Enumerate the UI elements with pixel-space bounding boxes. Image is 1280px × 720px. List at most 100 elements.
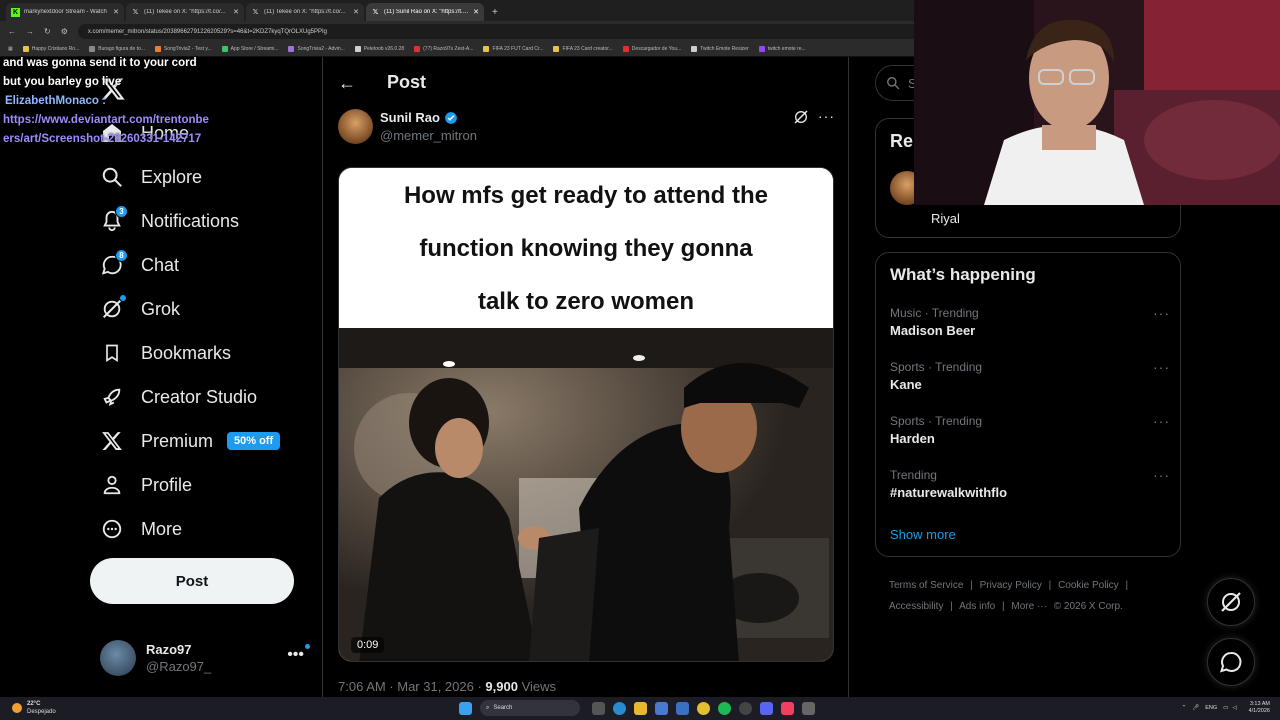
nav-chat[interactable]: 8 Chat bbox=[100, 249, 179, 280]
back-arrow-icon[interactable]: ← bbox=[338, 73, 356, 94]
x-favicon-icon: 𝕏 bbox=[252, 9, 259, 16]
weather-temp: 22°C bbox=[27, 701, 41, 707]
footer-link[interactable]: Accessibility bbox=[889, 601, 943, 612]
account-dot-badge bbox=[305, 644, 310, 649]
bookmark-item[interactable]: FIFA 23 FUT Card Cr... bbox=[483, 46, 543, 52]
nav-notifications-label: Notifications bbox=[141, 210, 240, 231]
windows-taskbar: 22°C Despejado ⌕ Search ⌃ 🎤︎ ENG ▭ ◁ 3:1… bbox=[0, 697, 1280, 720]
nav-creator-studio-label: Creator Studio bbox=[141, 386, 258, 407]
compose-post-button[interactable]: Post bbox=[90, 558, 294, 604]
nav-premium[interactable]: Premium 50% off bbox=[100, 426, 281, 456]
premium-discount-badge[interactable]: 50% off bbox=[227, 432, 281, 450]
site-info-icon[interactable]: ⚙ bbox=[61, 27, 68, 36]
author-handle[interactable]: @memer_mitron bbox=[380, 128, 477, 143]
caption-line: talk to zero women bbox=[477, 288, 695, 315]
more-dots-icon[interactable]: ••• bbox=[287, 644, 310, 664]
show-more-link[interactable]: Show more bbox=[890, 527, 956, 542]
post-timestamp[interactable]: 7:06 AM · Mar 31, 2026 · bbox=[338, 679, 485, 694]
trend-item[interactable]: Sports · Trending Harden ··· bbox=[890, 413, 1170, 449]
browser-tab[interactable]: 𝕏 (11) Tekee on X: "https://t.co/... ✕ bbox=[126, 3, 244, 21]
new-tab-icon[interactable]: + bbox=[492, 7, 498, 18]
chat-link: https://www.deviantart.com/trentonbeers/… bbox=[3, 114, 209, 145]
bookmark-item[interactable]: Descargador de You... bbox=[622, 46, 681, 52]
footer-link[interactable]: Ads info bbox=[959, 601, 995, 612]
author-avatar[interactable] bbox=[338, 109, 373, 144]
footer-link[interactable]: Terms of Service bbox=[889, 580, 963, 591]
close-tab-icon[interactable]: ✕ bbox=[233, 8, 239, 16]
more-dots-icon[interactable]: ··· bbox=[818, 108, 835, 124]
bookmark-item[interactable]: FIFA 23 Card creator... bbox=[553, 46, 613, 52]
trend-item[interactable]: Trending #naturewalkwithflo ··· bbox=[890, 467, 1170, 503]
trend-item[interactable]: Sports · Trending Kane ··· bbox=[890, 359, 1170, 395]
nav-more[interactable]: More bbox=[100, 514, 182, 544]
windows-start-icon[interactable] bbox=[459, 701, 472, 715]
chrome-icon[interactable] bbox=[697, 701, 710, 715]
bookmark-item[interactable]: App Store / Streami... bbox=[221, 46, 278, 52]
microphone-icon[interactable]: 🎤︎ bbox=[1192, 705, 1199, 711]
nav-creator-studio[interactable]: Creator Studio bbox=[100, 382, 257, 412]
bookmark-item[interactable]: SongTrivia2 - Advin... bbox=[288, 46, 345, 52]
spotify-icon[interactable] bbox=[718, 701, 731, 715]
bookmark-item[interactable]: Peletoob v26.0.28 bbox=[354, 46, 404, 52]
footer-link[interactable]: Privacy Policy bbox=[980, 580, 1042, 591]
nav-explore[interactable]: Explore bbox=[100, 162, 202, 192]
edge-icon[interactable] bbox=[613, 701, 626, 715]
browser-tab[interactable]: 𝕏 (11) Tekee on X: "https://t.co/... ✕ bbox=[246, 3, 364, 21]
bookmark-item[interactable]: SongTrivia2 - Test y... bbox=[154, 46, 212, 52]
relevant-person-name[interactable]: Riyal bbox=[931, 211, 960, 226]
app-icon[interactable] bbox=[802, 701, 815, 715]
more-dots-icon[interactable]: ··· bbox=[1153, 305, 1170, 321]
post-media[interactable]: How mfs get ready to attend the function… bbox=[338, 167, 834, 662]
trend-name: Madison Beer bbox=[890, 323, 976, 338]
messages-floating-button[interactable] bbox=[1207, 638, 1255, 686]
nav-bookmarks[interactable]: Bookmarks bbox=[100, 338, 231, 368]
tray-chevron-icon[interactable]: ⌃ bbox=[1182, 705, 1187, 711]
taskbar-search[interactable]: ⌕ Search bbox=[480, 700, 580, 716]
reload-icon[interactable]: ↻ bbox=[44, 27, 51, 36]
trend-item[interactable]: Music · Trending Madison Beer ··· bbox=[890, 305, 1170, 341]
bookmark-item[interactable]: Burago figura de to... bbox=[89, 46, 145, 52]
close-tab-icon[interactable]: ✕ bbox=[473, 8, 479, 16]
footer-link[interactable]: More ··· bbox=[1011, 601, 1047, 612]
mail-icon[interactable] bbox=[676, 701, 689, 715]
grok-floating-button[interactable] bbox=[1207, 578, 1255, 626]
apps-icon[interactable]: ▦ bbox=[8, 46, 13, 52]
video-player[interactable]: 0:09 bbox=[339, 328, 833, 661]
network-icon[interactable]: ▭ bbox=[1223, 705, 1228, 711]
taskbar-search-label: Search bbox=[493, 705, 513, 711]
weather-widget[interactable]: 22°C Despejado bbox=[12, 700, 56, 716]
browser-tab-active[interactable]: 𝕏 (11) Sunil Rao on X: "https://t.c... ✕ bbox=[366, 3, 484, 21]
file-explorer-icon[interactable] bbox=[634, 701, 647, 715]
bookmark-item[interactable]: twitch emote re... bbox=[758, 46, 806, 52]
bookmark-item[interactable]: (77) Razo97s Zest-A... bbox=[414, 46, 473, 52]
video-frame-image bbox=[339, 328, 833, 661]
discord-icon[interactable] bbox=[760, 701, 773, 715]
close-tab-icon[interactable]: ✕ bbox=[353, 8, 359, 16]
bookmark-item[interactable]: Happy Cristiano Ro... bbox=[22, 46, 79, 52]
obs-icon[interactable] bbox=[739, 701, 752, 715]
language-indicator[interactable]: ENG bbox=[1205, 705, 1217, 711]
nav-notifications[interactable]: 3 Notifications bbox=[100, 205, 240, 236]
chat-icon bbox=[1220, 651, 1242, 673]
close-tab-icon[interactable]: ✕ bbox=[113, 8, 119, 16]
store-icon[interactable] bbox=[655, 701, 668, 715]
back-arrow-icon[interactable]: ← bbox=[8, 27, 16, 36]
more-dots-icon[interactable]: ··· bbox=[1153, 359, 1170, 375]
music-icon[interactable] bbox=[781, 701, 794, 715]
task-view-icon[interactable] bbox=[592, 701, 605, 715]
nav-grok[interactable]: Grok bbox=[100, 294, 180, 324]
grok-icon[interactable] bbox=[793, 109, 809, 125]
clock[interactable]: 3:13 AM 4/1/2026 bbox=[1249, 701, 1270, 715]
nav-profile[interactable]: Profile bbox=[100, 470, 192, 500]
browser-tab[interactable]: Kmarkynextdoor Stream - Watch ✕ bbox=[6, 3, 124, 21]
bookmark-item[interactable]: Twitch Emote Resizer bbox=[691, 46, 749, 52]
url-field[interactable]: x.com/memer_mitron/status/20389662791226… bbox=[77, 24, 958, 39]
volume-icon[interactable]: ◁ bbox=[1232, 705, 1236, 711]
account-switcher[interactable]: Razo97 @Razo97_ ••• bbox=[100, 638, 312, 678]
footer-link[interactable]: Cookie Policy bbox=[1058, 580, 1119, 591]
author-name[interactable]: Sunil Rao bbox=[380, 110, 458, 125]
forward-arrow-icon[interactable]: → bbox=[26, 27, 34, 36]
more-dots-icon[interactable]: ··· bbox=[1153, 413, 1170, 429]
x-favicon-icon: 𝕏 bbox=[372, 9, 379, 16]
more-dots-icon[interactable]: ··· bbox=[1153, 467, 1170, 483]
